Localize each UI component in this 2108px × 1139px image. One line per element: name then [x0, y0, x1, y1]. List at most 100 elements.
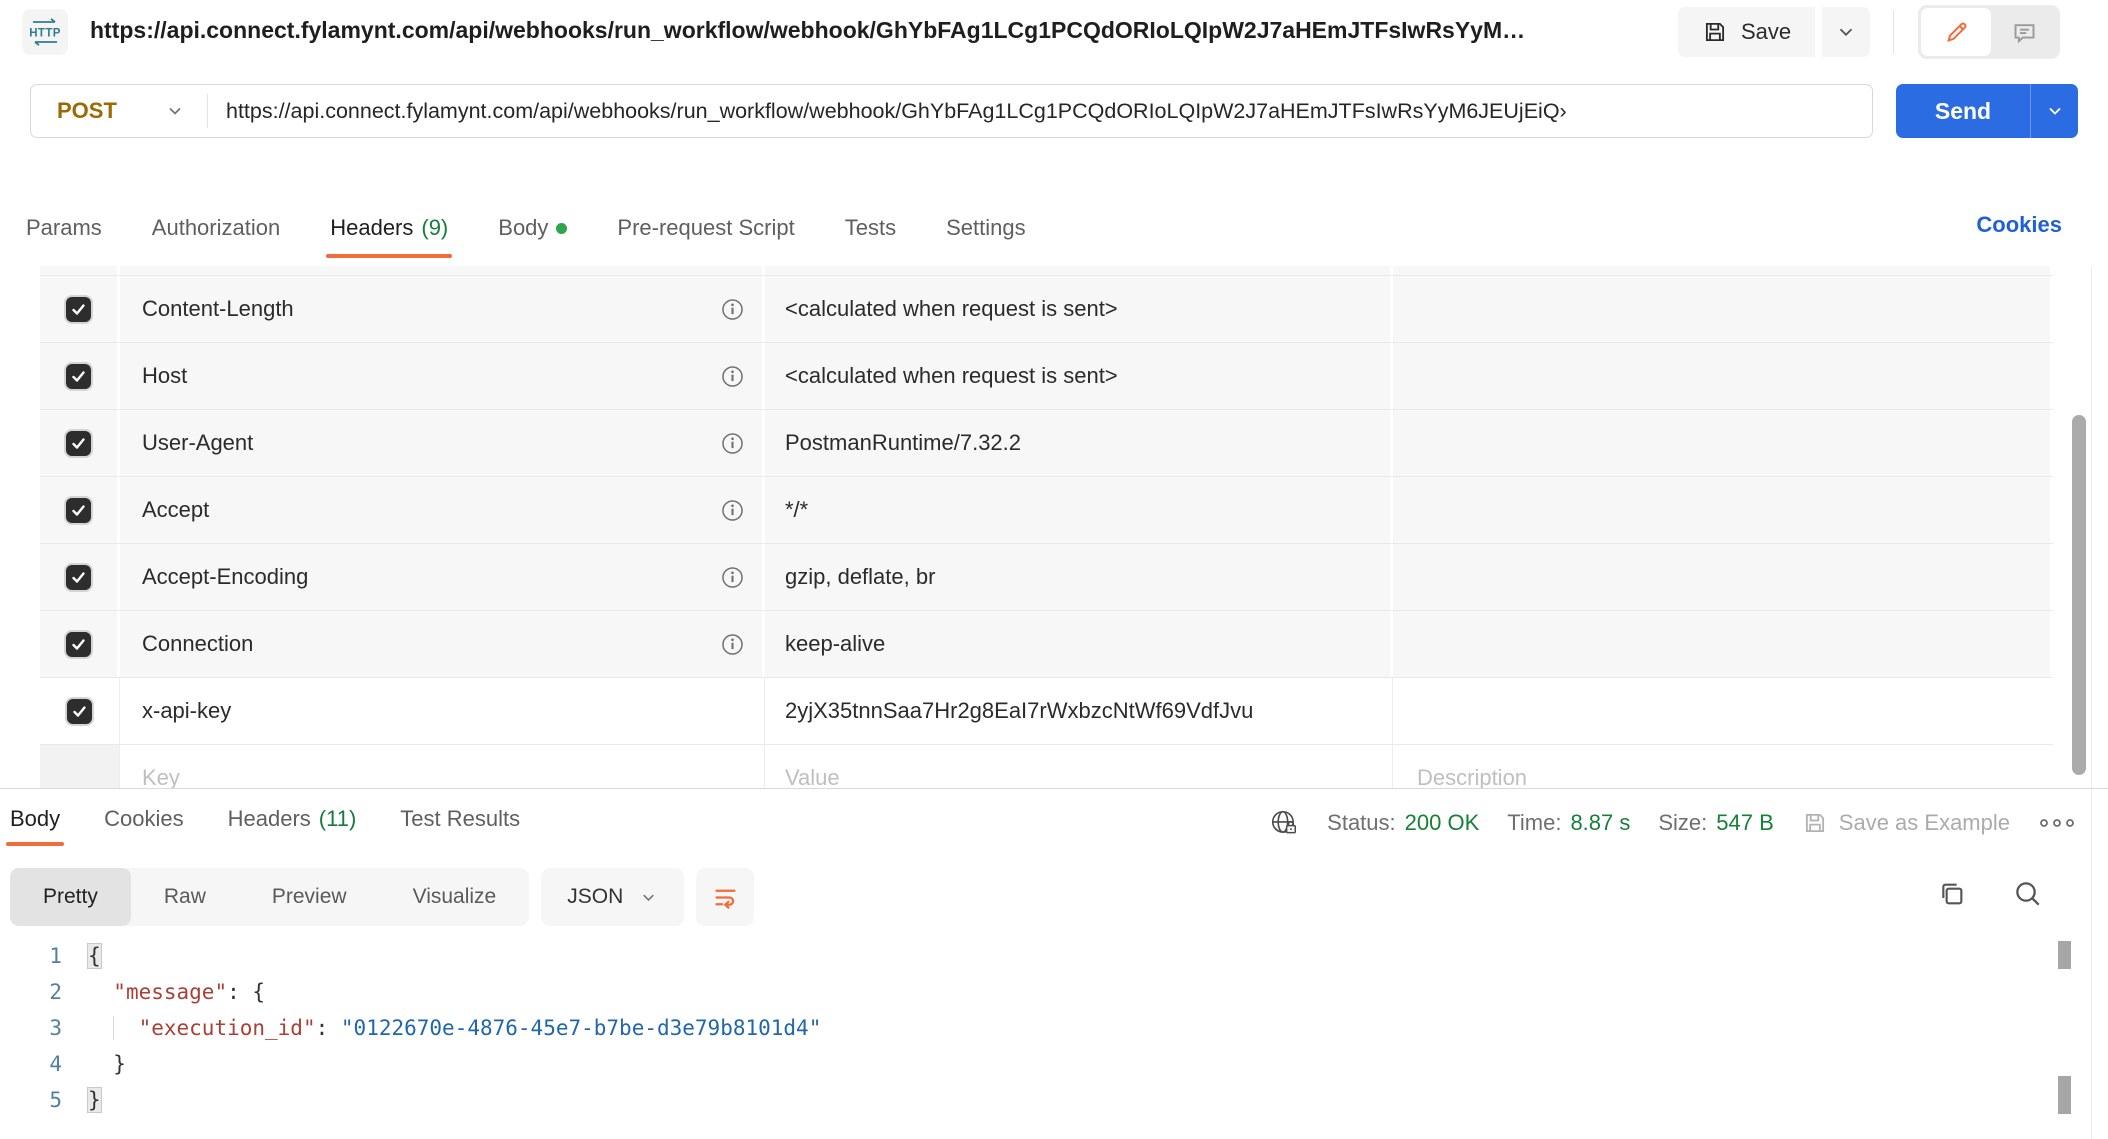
format-select[interactable]: JSON [541, 868, 684, 926]
code-text: { [88, 944, 101, 968]
header-checkbox[interactable] [66, 565, 91, 590]
line-number: 1 [0, 944, 62, 968]
tab-label: Body [10, 806, 60, 832]
copy-icon [1936, 878, 1968, 910]
tab-label: Cookies [104, 806, 183, 832]
header-description[interactable] [1393, 276, 2053, 342]
header-value: */* [785, 497, 808, 523]
header-value: <calculated when request is sent> [785, 363, 1118, 389]
edit-mode-button[interactable] [1921, 8, 1991, 56]
info-icon[interactable] [721, 633, 744, 656]
header-checkbox[interactable] [67, 699, 92, 724]
save-icon [1802, 810, 1828, 836]
table-row: Host <calculated when request is sent> [40, 343, 2053, 410]
info-icon[interactable] [721, 298, 744, 321]
more-options-icon[interactable] [2038, 816, 2078, 830]
wrap-lines-button[interactable] [696, 868, 754, 926]
http-request-icon: HTTP [22, 9, 68, 55]
line-number: 5 [0, 1088, 62, 1112]
view-mode-switch: PrettyRawPreviewVisualize [10, 868, 529, 926]
tab-label: Body [498, 215, 548, 241]
response-view-bar: PrettyRawPreviewVisualize JSON [10, 868, 754, 926]
response-tab-headers[interactable]: Headers (11) [228, 806, 357, 832]
request-tab-headers[interactable]: Headers (9) [330, 215, 448, 241]
chevron-down-icon [165, 101, 185, 121]
header-description[interactable] [1393, 611, 2053, 677]
network-globe-icon[interactable] [1269, 808, 1299, 838]
copy-response-button[interactable] [1936, 878, 1968, 910]
view-mode-tab-visualize[interactable]: Visualize [380, 868, 530, 926]
size-label: Size: [1658, 810, 1707, 836]
code-line: 5 } [0, 1082, 2050, 1118]
response-tab-body[interactable]: Body [10, 806, 60, 832]
cookies-link[interactable]: Cookies [1976, 212, 2062, 238]
request-tab-tests[interactable]: Tests [845, 215, 896, 241]
description-placeholder: Description [1417, 765, 1527, 788]
request-tab-params[interactable]: Params [26, 215, 102, 241]
info-icon[interactable] [721, 566, 744, 589]
header-description[interactable] [1393, 343, 2053, 409]
pencil-icon [1943, 19, 1970, 46]
header-checkbox[interactable] [66, 498, 91, 523]
header-value: 2yjX35tnnSaa7Hr2g8EaI7rWxbzcNtWf69VdfJvu [785, 698, 1253, 724]
header-value: PostmanRuntime/7.32.2 [785, 430, 1021, 456]
view-mode-tab-pretty[interactable]: Pretty [10, 868, 131, 926]
view-mode-tab-raw[interactable]: Raw [131, 868, 239, 926]
response-tab-test-results[interactable]: Test Results [400, 806, 520, 832]
wrap-text-icon [712, 884, 739, 911]
send-options-button[interactable] [2030, 84, 2078, 138]
request-tab-settings[interactable]: Settings [946, 215, 1026, 241]
response-scrollbar-thumb[interactable] [2058, 941, 2071, 969]
header-checkbox[interactable] [66, 431, 91, 456]
header-checkbox[interactable] [66, 632, 91, 657]
table-row-empty: Key Value Description [40, 745, 2053, 788]
header-key: User-Agent [142, 430, 253, 456]
code-line: 1 { [0, 938, 2050, 974]
tab-label: Pre-request Script [617, 215, 794, 241]
header-checkbox[interactable] [66, 364, 91, 389]
request-tab-pre-request-script[interactable]: Pre-request Script [617, 215, 794, 241]
code-text: "message": { [88, 980, 265, 1004]
method-label: POST [57, 98, 117, 124]
value-placeholder: Value [785, 765, 840, 788]
header-value: gzip, deflate, br [785, 564, 935, 590]
method-select[interactable]: POST [31, 98, 207, 124]
send-button[interactable]: Send [1896, 84, 2078, 138]
response-tab-cookies[interactable]: Cookies [104, 806, 183, 832]
save-button[interactable]: Save [1678, 7, 1815, 57]
response-scrollbar-thumb[interactable] [2058, 1076, 2071, 1114]
comment-mode-button[interactable] [1991, 8, 2057, 56]
headers-scrollbar[interactable] [2072, 415, 2086, 775]
table-row: User-Agent PostmanRuntime/7.32.2 [40, 410, 2053, 477]
request-response-divider [0, 788, 2108, 789]
header-description[interactable] [1393, 410, 2053, 476]
line-number: 2 [0, 980, 62, 1004]
info-icon[interactable] [721, 432, 744, 455]
tab-label: Test Results [400, 806, 520, 832]
tab-label: Headers [228, 806, 311, 832]
time-value: 8.87 s [1570, 810, 1630, 836]
header-value: keep-alive [785, 631, 885, 657]
response-body-editor[interactable]: 1 { 2 "message": { 3 "execution_id": "01… [0, 938, 2050, 1139]
info-icon[interactable] [721, 499, 744, 522]
request-tab-body[interactable]: Body [498, 215, 567, 241]
header-checkbox[interactable] [66, 297, 91, 322]
view-mode-tab-preview[interactable]: Preview [239, 868, 380, 926]
header-description[interactable] [1393, 544, 2053, 610]
info-icon[interactable] [721, 365, 744, 388]
header-description[interactable] [1393, 678, 2053, 744]
request-tab-authorization[interactable]: Authorization [152, 215, 280, 241]
code-line: 4 } [0, 1046, 2050, 1082]
save-options-button[interactable] [1820, 7, 1870, 57]
table-row-partial [40, 266, 2053, 276]
header-key: x-api-key [142, 698, 231, 724]
response-meta: Status: 200 OK Time: 8.87 s Size: 547 B … [1269, 800, 2078, 846]
header-description[interactable] [1393, 477, 2053, 543]
svg-text:HTTP: HTTP [29, 28, 61, 40]
key-placeholder: Key [142, 765, 180, 788]
comment-icon [2011, 19, 2038, 46]
search-response-button[interactable] [2012, 878, 2044, 910]
url-input[interactable]: https://api.connect.fylamynt.com/api/web… [208, 99, 1872, 124]
save-as-example-button[interactable]: Save as Example [1802, 810, 2010, 836]
status-label: Status: [1327, 810, 1395, 836]
